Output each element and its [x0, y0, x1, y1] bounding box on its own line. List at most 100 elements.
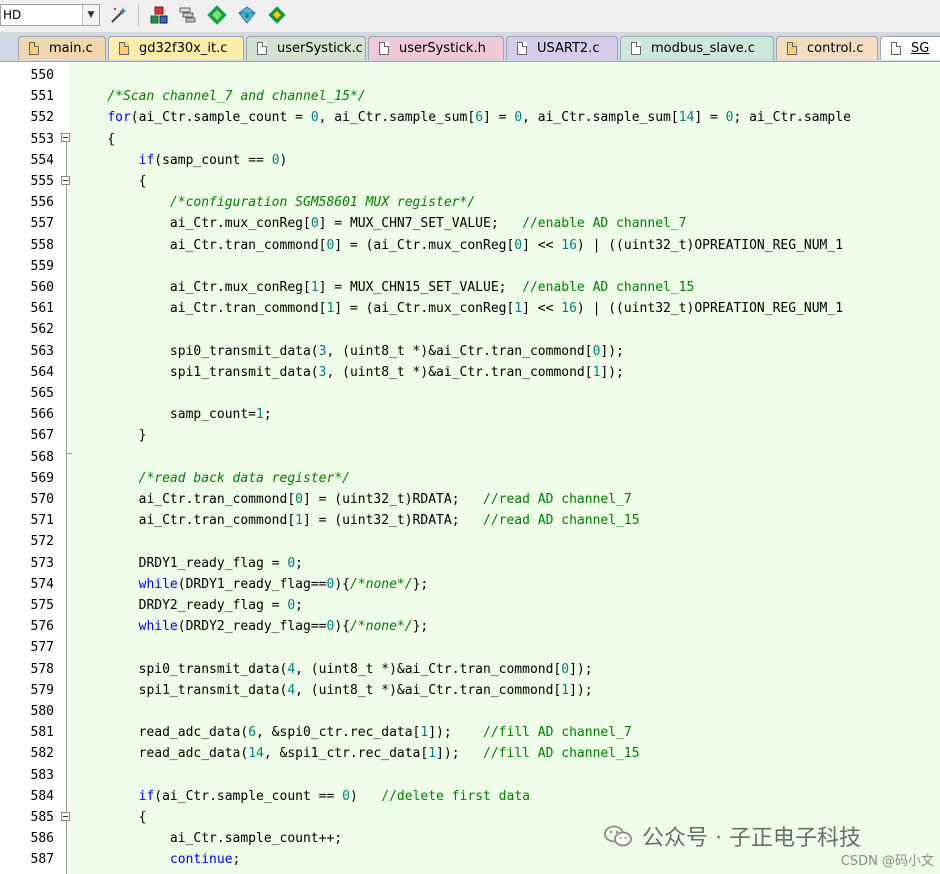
code-token: ai_Ctr.tran_commond[ [76, 237, 327, 253]
code-line[interactable]: 576 while(DRDY2_ready_flag==0){/*none*/}… [0, 616, 940, 637]
code-line[interactable]: 562 [0, 319, 940, 340]
code-token: ] = [694, 110, 726, 126]
code-token: ] = MUX_CHN15_SET_VALUE; [318, 280, 523, 295]
line-number: 575 [30, 598, 54, 613]
select-packs-icon[interactable] [206, 4, 228, 26]
code-line[interactable]: 564 spi1_transmit_data(3, (uint8_t *)&ai… [0, 362, 940, 383]
tab-file[interactable]: userSystick.c [246, 36, 366, 60]
line-number: 565 [30, 386, 54, 401]
code-line[interactable]: 570 ai_Ctr.tran_commond[0] = (uint32_t)R… [0, 489, 940, 510]
watermark: 公众号 · 子正电子科技 [604, 818, 861, 854]
code-line[interactable]: 582 read_adc_data(14, &spi1_ctr.rec_data… [0, 743, 940, 764]
vcs-icon[interactable] [236, 4, 258, 26]
collapse-icon[interactable] [61, 811, 70, 821]
line-number: 581 [30, 725, 54, 741]
code-line[interactable]: 581 read_adc_data(6, &spi0_ctr.rec_data[… [0, 722, 940, 743]
code-line[interactable]: 567 } [0, 425, 940, 446]
code-line[interactable]: 568 [0, 447, 940, 468]
line-number: 571 [30, 513, 54, 529]
code-token: //enable AD channel_7 [522, 216, 687, 232]
tab-file[interactable]: modbus_slave.c [620, 36, 774, 60]
code-line[interactable]: 580 [0, 701, 940, 722]
code-line[interactable]: 552 for(ai_Ctr.sample_count = 0, ai_Ctr.… [0, 107, 940, 128]
code-text: if(ai_Ctr.sample_count == 0) //delete fi… [76, 786, 530, 807]
line-number: 582 [30, 746, 54, 762]
code-token: } [76, 428, 147, 444]
code-line[interactable]: 565 [0, 383, 940, 404]
code-token: ) | ((uint32_t)OPREATION_REG_NUM_1 [576, 301, 844, 317]
code-line[interactable]: 555 { [0, 171, 940, 192]
chevron-down-icon[interactable]: ▼ [82, 5, 99, 25]
code-line[interactable]: 560 ai_Ctr.mux_conReg[1] = MUX_CHN15_SET… [0, 277, 940, 298]
code-token: 0 [561, 661, 570, 677]
line-number: 576 [30, 619, 54, 635]
code-token: ){ [334, 619, 350, 635]
code-line[interactable]: 569 /*read back data register*/ [0, 468, 940, 489]
code-line[interactable]: 550 [0, 65, 940, 86]
code-line[interactable]: 584 if(ai_Ctr.sample_count == 0) //delet… [0, 786, 940, 807]
code-token: 16 [561, 237, 577, 253]
code-line[interactable]: 556 /*configuration SGM58601 MUX registe… [0, 192, 940, 213]
code-line[interactable]: 572 [0, 531, 940, 552]
code-token: while [138, 576, 178, 592]
code-line[interactable]: 578 spi0_transmit_data(4, (uint8_t *)&ai… [0, 659, 940, 680]
tab-label: gd32f30x_it.c [139, 41, 228, 56]
line-number: 568 [30, 449, 54, 465]
code-token: ] << [522, 301, 562, 317]
code-line[interactable]: 559 [0, 256, 940, 277]
code-line[interactable]: 583 [0, 765, 940, 786]
tab-file[interactable]: main.c [18, 36, 106, 60]
pack-installer-icon[interactable] [176, 4, 198, 26]
code-token: 0 [342, 788, 350, 804]
file-icon [257, 42, 267, 55]
code-token: 1 [310, 280, 319, 295]
code-token: ] = (ai_Ctr.mux_conReg[ [334, 301, 515, 317]
code-line[interactable]: 553 { [0, 129, 940, 150]
code-line[interactable]: 575 DRDY2_ready_flag = 0; [0, 595, 940, 616]
code-line[interactable]: 579 spi1_transmit_data(4, (uint8_t *)&ai… [0, 680, 940, 701]
code-token: ] = [483, 110, 515, 126]
collapse-icon[interactable] [61, 133, 70, 143]
code-token: , (uint8_t *)&ai_Ctr.tran_commond[ [295, 682, 562, 698]
code-line[interactable]: 571 ai_Ctr.tran_commond[1] = (uint32_t)R… [0, 510, 940, 531]
code-text: /*read back data register*/ [76, 468, 350, 489]
code-line[interactable]: 577 [0, 637, 940, 658]
code-token: 1 [428, 746, 437, 762]
code-token: ] << [522, 237, 562, 253]
line-number: 556 [30, 195, 54, 211]
line-number: 577 [30, 640, 54, 656]
manage-components-icon[interactable] [148, 4, 170, 26]
code-token: //fill AD channel_7 [483, 725, 632, 741]
code-line[interactable]: 561 ai_Ctr.tran_commond[1] = (ai_Ctr.mux… [0, 298, 940, 319]
tab-file[interactable]: userSystick.h [368, 36, 504, 60]
magic-wand-icon[interactable] [108, 4, 130, 26]
target-select[interactable]: HD ▼ [0, 4, 100, 26]
line-number: 550 [30, 68, 54, 83]
csdn-credit: CSDN @码小文 [840, 854, 934, 869]
code-line[interactable]: 563 spi0_transmit_data(3, (uint8_t *)&ai… [0, 341, 940, 362]
fold-guide [66, 139, 67, 874]
tab-file[interactable]: SG [880, 36, 940, 60]
code-editor[interactable]: 550 551 /*Scan channel_7 and channel_15*/… [0, 62, 940, 874]
code-token: spi1_transmit_data( [76, 364, 319, 380]
code-line[interactable]: 566 samp_count=1; [0, 404, 940, 425]
code-line[interactable]: 573 DRDY1_ready_flag = 0; [0, 553, 940, 574]
code-token: , ai_Ctr.sample_sum[ [522, 110, 679, 126]
collapse-icon[interactable] [61, 175, 70, 185]
code-line[interactable]: 554 if(samp_count == 0) [0, 150, 940, 171]
code-text: ai_Ctr.tran_commond[0] = (uint32_t)RDATA… [76, 489, 632, 510]
run-icon[interactable] [266, 4, 288, 26]
code-token: (DRDY2_ready_flag== [177, 619, 327, 635]
line-number: 560 [30, 280, 54, 295]
tab-file[interactable]: gd32f30x_it.c [108, 36, 244, 60]
code-line[interactable]: 558 ai_Ctr.tran_commond[0] = (ai_Ctr.mux… [0, 235, 940, 256]
tab-file[interactable]: USART2.c [506, 36, 618, 60]
code-line[interactable]: 551 /*Scan channel_7 and channel_15*/ [0, 86, 940, 107]
code-token: 0 [725, 110, 734, 126]
code-line[interactable]: 574 while(DRDY1_ready_flag==0){/*none*/}… [0, 574, 940, 595]
code-line[interactable]: 557 ai_Ctr.mux_conReg[0] = MUX_CHN7_SET_… [0, 213, 940, 234]
tab-label: userSystick.c [277, 41, 363, 56]
code-text: ai_Ctr.mux_conReg[1] = MUX_CHN15_SET_VAL… [76, 277, 694, 298]
tab-file[interactable]: control.c [776, 36, 878, 60]
